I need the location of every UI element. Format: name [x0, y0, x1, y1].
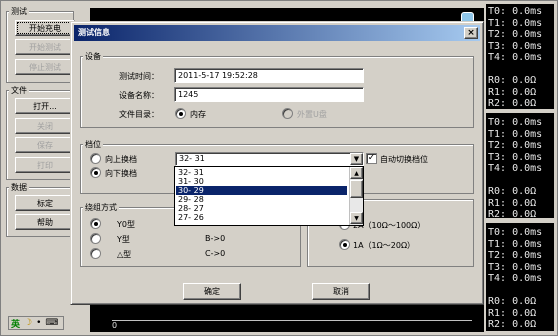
dialog-titlebar[interactable]: 测试信息 ×	[74, 25, 480, 41]
memory-label: 内存	[190, 110, 206, 119]
readout-block-1: T0: 0.0ms T1: 0.0ms T2: 0.0ms T3: 0.0ms …	[488, 6, 543, 109]
winding-group-title: 绕组方式	[83, 202, 119, 213]
winding-y0-label: Y0型	[117, 220, 135, 229]
scroll-up-icon[interactable]: ▲	[350, 167, 363, 179]
open-button[interactable]: 打开...	[15, 98, 75, 114]
device-name-field[interactable]: 1245	[174, 87, 364, 102]
cancel-button[interactable]: 取消	[312, 283, 370, 300]
winding-delta-label: △型	[117, 250, 132, 259]
file-group-title: 文件	[9, 85, 29, 96]
ime-keyboard-icon[interactable]: ⌨	[45, 318, 58, 328]
tap-select[interactable]: 32- 31	[175, 152, 364, 166]
dialog-title: 测试信息	[78, 28, 110, 37]
winding-y-label: Y型	[117, 235, 130, 244]
close-icon[interactable]: ×	[464, 27, 478, 39]
readout-block-3: T0: 0.0ms T1: 0.0ms T2: 0.0ms T3: 0.0ms …	[488, 227, 543, 330]
save-button[interactable]: 保存	[15, 137, 75, 153]
help-button[interactable]: 帮助	[15, 214, 75, 230]
graph-axis-zero: 0	[112, 321, 118, 330]
stop-test-button[interactable]: 停止测试	[15, 59, 75, 75]
usb-label: 外置U盘	[297, 110, 327, 119]
start-test-button[interactable]: 开始测试	[15, 39, 75, 55]
winding-delta-radio[interactable]	[90, 248, 101, 259]
winding-y-radio[interactable]	[90, 233, 101, 244]
tap-option[interactable]: 27- 26	[176, 213, 347, 222]
ok-button[interactable]: 确定	[183, 283, 241, 300]
chevron-down-icon[interactable]: ▼	[350, 153, 363, 165]
test-info-dialog: 测试信息 × 设备 测试时间： 2011-5-17 19:52:28 设备名称：…	[70, 21, 484, 305]
memory-radio[interactable]	[175, 108, 186, 119]
winding-delta-value: C->0	[205, 249, 226, 258]
list-scrollbar[interactable]: ▲ ▼	[349, 167, 363, 225]
device-name-label: 设备名称：	[119, 91, 159, 100]
tap-option-selected[interactable]: 30- 29	[176, 186, 347, 195]
tap-up-radio[interactable]	[90, 153, 101, 164]
close-file-button[interactable]: 关闭	[15, 118, 75, 134]
ime-toolbar[interactable]: 英 ☽ • ⌨	[8, 316, 64, 330]
ime-punct-icon[interactable]: •	[36, 318, 41, 328]
auto-switch-checkbox[interactable]: ✓	[366, 153, 377, 164]
tap-down-label: 向下换档	[105, 169, 137, 178]
data-group-title: 数据	[9, 182, 29, 193]
current-1a-radio[interactable]	[339, 239, 350, 250]
calibrate-button[interactable]: 标定	[15, 195, 75, 211]
graph-baseline	[112, 320, 472, 321]
ime-moon-icon[interactable]: ☽	[24, 318, 32, 328]
tap-option[interactable]: 31- 30	[176, 177, 347, 186]
tap-option[interactable]: 28- 27	[176, 204, 347, 213]
ime-lang-label[interactable]: 英	[11, 317, 20, 330]
tap-down-radio[interactable]	[90, 167, 101, 178]
test-group-title: 测试	[9, 6, 29, 17]
tap-up-label: 向上换档	[105, 155, 137, 164]
winding-y0-radio[interactable]	[90, 218, 101, 229]
usb-radio[interactable]	[282, 108, 293, 119]
tap-option[interactable]: 29- 28	[176, 195, 347, 204]
tap-option[interactable]: 32- 31	[176, 168, 347, 177]
tap-group-title: 档位	[83, 139, 103, 150]
scroll-down-icon[interactable]: ▼	[350, 212, 363, 224]
tap-dropdown-list[interactable]: 32- 31 31- 30 30- 29 29- 28 28- 27 27- 2…	[174, 166, 364, 226]
winding-y-value: B->0	[205, 234, 226, 243]
test-time-field[interactable]: 2011-5-17 19:52:28	[174, 68, 364, 83]
auto-switch-label: 自动切换档位	[380, 155, 428, 164]
scroll-thumb[interactable]	[350, 180, 363, 198]
test-time-label: 测试时间：	[119, 72, 159, 81]
print-button[interactable]: 打印	[15, 157, 75, 173]
file-dir-label: 文件目录：	[119, 110, 159, 119]
device-group-title: 设备	[83, 51, 103, 62]
readout-block-2: T0: 0.0ms T1: 0.0ms T2: 0.0ms T3: 0.0ms …	[488, 117, 543, 220]
start-charge-button[interactable]: 开始充电	[15, 20, 75, 36]
current-1a-label: 1A（1Ω～20Ω）	[353, 241, 416, 250]
